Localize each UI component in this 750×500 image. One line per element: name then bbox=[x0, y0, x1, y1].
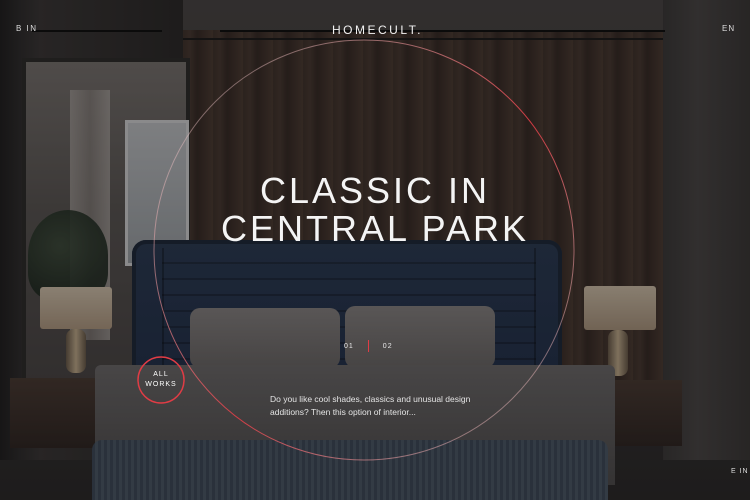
site-logo[interactable]: HOMECULT. bbox=[332, 23, 423, 37]
hero-title-line2: CENTRAL PARK bbox=[220, 208, 530, 249]
corner-nav-link[interactable]: E IN bbox=[731, 468, 749, 475]
all-works-label-line1: ALL bbox=[153, 371, 169, 378]
hero-title-line1: CLASSIC IN bbox=[259, 170, 491, 211]
slide-02[interactable]: 02 bbox=[383, 343, 393, 350]
all-works-button[interactable]: ALL WORKS bbox=[136, 355, 186, 405]
header-divider-left bbox=[32, 30, 162, 32]
header-divider-right bbox=[220, 30, 665, 32]
slider-pager: 01 02 bbox=[344, 340, 393, 352]
slide-01[interactable]: 01 bbox=[344, 343, 354, 350]
nav-left-link[interactable]: B IN bbox=[16, 24, 38, 33]
language-switch[interactable]: EN bbox=[722, 24, 735, 33]
all-works-label-line2: WORKS bbox=[145, 381, 177, 388]
pager-indicator bbox=[367, 340, 369, 352]
hero-title: CLASSIC IN CENTRAL PARK bbox=[180, 172, 570, 248]
all-works-label: ALL WORKS bbox=[136, 370, 186, 390]
hero-description: Do you like cool shades, classics and un… bbox=[270, 394, 471, 417]
